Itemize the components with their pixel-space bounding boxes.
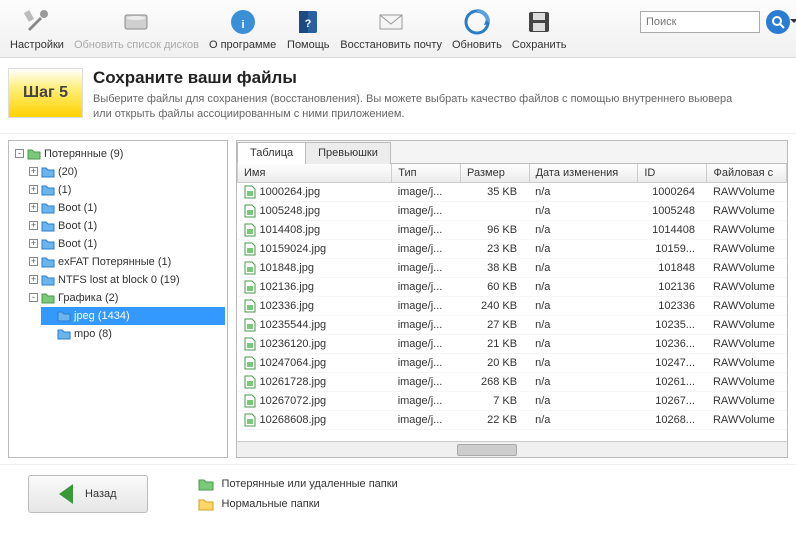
- recover-mail-button[interactable]: Восстановить почту: [336, 4, 446, 53]
- svg-text:i: i: [241, 19, 244, 31]
- col-id[interactable]: ID: [638, 164, 707, 183]
- table-row[interactable]: 10159024.jpgimage/j...23 KBn/a10159...RA…: [238, 239, 787, 258]
- expand-icon[interactable]: +: [29, 203, 38, 212]
- expand-icon[interactable]: +: [29, 185, 38, 194]
- legend-lost: Потерянные или удаленные папки: [198, 477, 398, 491]
- help-icon: ?: [292, 6, 324, 38]
- main-toolbar: Настройки Обновить список дисков i О про…: [0, 0, 796, 58]
- expand-icon[interactable]: +: [29, 221, 38, 230]
- tree-item[interactable]: +(20): [27, 163, 225, 181]
- info-icon: i: [227, 6, 259, 38]
- horizontal-scrollbar[interactable]: [237, 441, 787, 457]
- file-table: Имя Тип Размер Дата изменения ID Файлова…: [237, 164, 787, 430]
- settings-button[interactable]: Настройки: [6, 4, 68, 53]
- search-input[interactable]: [640, 11, 760, 33]
- col-size[interactable]: Размер: [461, 164, 530, 183]
- back-button[interactable]: Назад: [28, 475, 148, 513]
- table-row[interactable]: 1005248.jpgimage/j...n/a1005248RAWVolume: [238, 201, 787, 220]
- tree-item[interactable]: jpeg (1434): [41, 307, 225, 325]
- col-fs[interactable]: Файловая с: [707, 164, 787, 183]
- legend-normal: Нормальные папки: [198, 497, 398, 511]
- table-row[interactable]: 102336.jpgimage/j...240 KBn/a102336RAWVo…: [238, 296, 787, 315]
- search-icon: [771, 15, 785, 29]
- view-tabs: Таблица Превьюшки: [237, 141, 787, 164]
- tree-item[interactable]: -Графика (2): [27, 289, 225, 307]
- save-button[interactable]: Сохранить: [508, 4, 571, 53]
- help-button[interactable]: ? Помощь: [282, 4, 334, 53]
- footer: Назад Потерянные или удаленные папки Нор…: [0, 464, 796, 523]
- save-icon: [523, 6, 555, 38]
- about-button[interactable]: i О программе: [205, 4, 280, 53]
- col-name[interactable]: Имя: [238, 164, 392, 183]
- table-row[interactable]: 10267072.jpgimage/j...7 KBn/a10267...RAW…: [238, 391, 787, 410]
- search-box: [640, 10, 790, 34]
- tree-item[interactable]: mpo (8): [41, 325, 225, 343]
- svg-text:?: ?: [305, 18, 312, 30]
- folder-green-icon: [198, 477, 214, 491]
- refresh-disks-button[interactable]: Обновить список дисков: [70, 4, 203, 53]
- table-row[interactable]: 10268608.jpgimage/j...22 KBn/a10268...RA…: [238, 410, 787, 429]
- expand-icon[interactable]: +: [29, 167, 38, 176]
- arrow-left-icon: [49, 484, 73, 504]
- table-row[interactable]: 102136.jpgimage/j...60 KBn/a102136RAWVol…: [238, 277, 787, 296]
- expand-icon[interactable]: +: [29, 257, 38, 266]
- table-row[interactable]: 10235544.jpgimage/j...27 KBn/a10235...RA…: [238, 315, 787, 334]
- tree-item[interactable]: +exFAT Потерянные (1): [27, 253, 225, 271]
- step-badge: Шаг 5: [8, 68, 83, 118]
- legend: Потерянные или удаленные папки Нормальны…: [198, 477, 398, 511]
- mail-icon: [375, 6, 407, 38]
- tree-item[interactable]: +(1): [27, 181, 225, 199]
- folder-yellow-icon: [198, 497, 214, 511]
- refresh-button[interactable]: Обновить: [448, 4, 506, 53]
- file-table-wrap[interactable]: Имя Тип Размер Дата изменения ID Файлова…: [237, 164, 787, 441]
- col-type[interactable]: Тип: [392, 164, 461, 183]
- table-row[interactable]: 10236120.jpgimage/j...21 KBn/a10236...RA…: [238, 334, 787, 353]
- table-row[interactable]: 101848.jpgimage/j...38 KBn/a101848RAWVol…: [238, 258, 787, 277]
- tree-root-item[interactable]: -Потерянные (9): [13, 145, 225, 163]
- step-title: Сохраните ваши файлы: [93, 68, 753, 88]
- tree-item[interactable]: +Boot (1): [27, 199, 225, 217]
- tools-icon: [21, 6, 53, 38]
- search-button[interactable]: [766, 10, 790, 34]
- expand-icon[interactable]: -: [29, 293, 38, 302]
- expand-icon[interactable]: +: [29, 275, 38, 284]
- tab-thumbs[interactable]: Превьюшки: [305, 142, 391, 164]
- step-description: Выберите файлы для сохранения (восстанов…: [93, 92, 753, 123]
- tree-item[interactable]: +Boot (1): [27, 235, 225, 253]
- disk-icon: [120, 6, 152, 38]
- table-row[interactable]: 10247064.jpgimage/j...20 KBn/a10247...RA…: [238, 353, 787, 372]
- expand-icon[interactable]: +: [29, 239, 38, 248]
- table-row[interactable]: 10261728.jpgimage/j...268 KBn/a10261...R…: [238, 372, 787, 391]
- file-panel: Таблица Превьюшки Имя Тип Размер Дата из…: [236, 140, 788, 458]
- refresh-icon: [461, 6, 493, 38]
- table-row[interactable]: 1000264.jpgimage/j...35 KBn/a1000264RAWV…: [238, 182, 787, 201]
- tree-item[interactable]: +Boot (1): [27, 217, 225, 235]
- col-date[interactable]: Дата изменения: [529, 164, 638, 183]
- collapse-icon[interactable]: -: [15, 149, 24, 158]
- folder-tree[interactable]: -Потерянные (9)+(20)+(1)+Boot (1)+Boot (…: [8, 140, 228, 458]
- tab-table[interactable]: Таблица: [237, 142, 306, 164]
- tree-item[interactable]: +NTFS lost at block 0 (19): [27, 271, 225, 289]
- table-row[interactable]: 1014408.jpgimage/j...96 KBn/a1014408RAWV…: [238, 220, 787, 239]
- step-header: Шаг 5 Сохраните ваши файлы Выберите файл…: [0, 58, 796, 134]
